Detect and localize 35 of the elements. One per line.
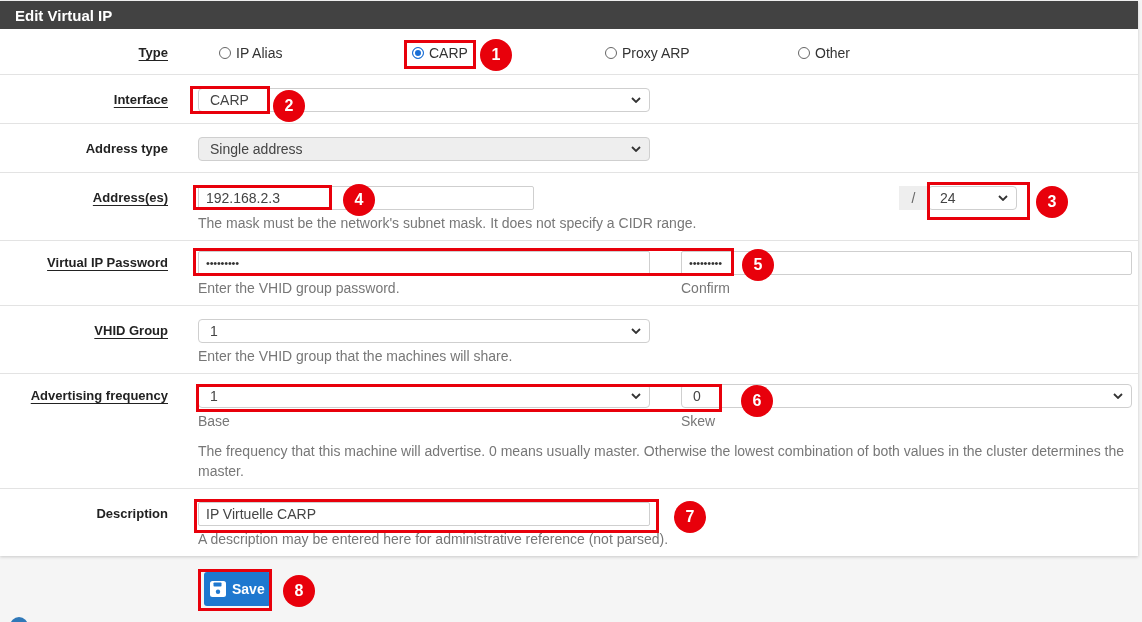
help-text: Skew <box>681 412 716 431</box>
field-label: Interface <box>113 92 168 107</box>
input-field[interactable]: IP Virtuelle CARP <box>198 502 650 526</box>
chevron-icon <box>631 393 641 399</box>
save-button[interactable]: Save <box>204 572 271 606</box>
field-label: Advertising frequency <box>30 388 168 403</box>
mask-separator: / <box>899 186 928 210</box>
help-text: Confirm <box>681 279 730 298</box>
panel-title: Edit Virtual IP <box>15 6 113 24</box>
select-field[interactable]: 24 <box>928 186 1017 210</box>
highlight-frame <box>404 40 476 69</box>
chevron-icon <box>631 146 641 152</box>
chevron-icon <box>1113 393 1123 399</box>
field-label: Type <box>138 45 168 60</box>
select-field[interactable]: 1 <box>198 319 650 343</box>
radio-option[interactable]: Proxy ARP <box>605 43 690 63</box>
chevron-icon <box>631 97 641 103</box>
help-text: Enter the VHID group that the machines will share. <box>198 347 513 366</box>
password-field[interactable]: ••••••••• <box>198 251 650 275</box>
callout-number: 8 <box>283 575 315 607</box>
radio-option[interactable]: Other <box>798 43 850 63</box>
help-text: The mask must be the network's subnet mask. It does not specify a CIDR range. <box>198 214 697 233</box>
help-text: Base <box>198 412 230 431</box>
field-label: VHID Group <box>94 323 168 338</box>
help-text: Enter the VHID group password. <box>198 279 400 298</box>
help-text: The frequency that this machine will advertise. 0 means usually master. Otherwise the lowest combination of both values in the cluster determines the master. <box>198 442 1126 481</box>
chevron-icon <box>631 328 641 334</box>
field-label: Address(es) <box>92 190 168 205</box>
chevron-icon <box>998 195 1008 201</box>
radio-option[interactable]: IP Alias <box>219 43 283 63</box>
field-label: Virtual IP Password <box>47 255 168 270</box>
help-text: A description may be entered here for administrative reference (not parsed). <box>198 530 669 549</box>
field-label: Description <box>96 506 168 521</box>
radio-option[interactable]: CARP <box>412 43 468 63</box>
field-label: Address type <box>85 141 168 156</box>
